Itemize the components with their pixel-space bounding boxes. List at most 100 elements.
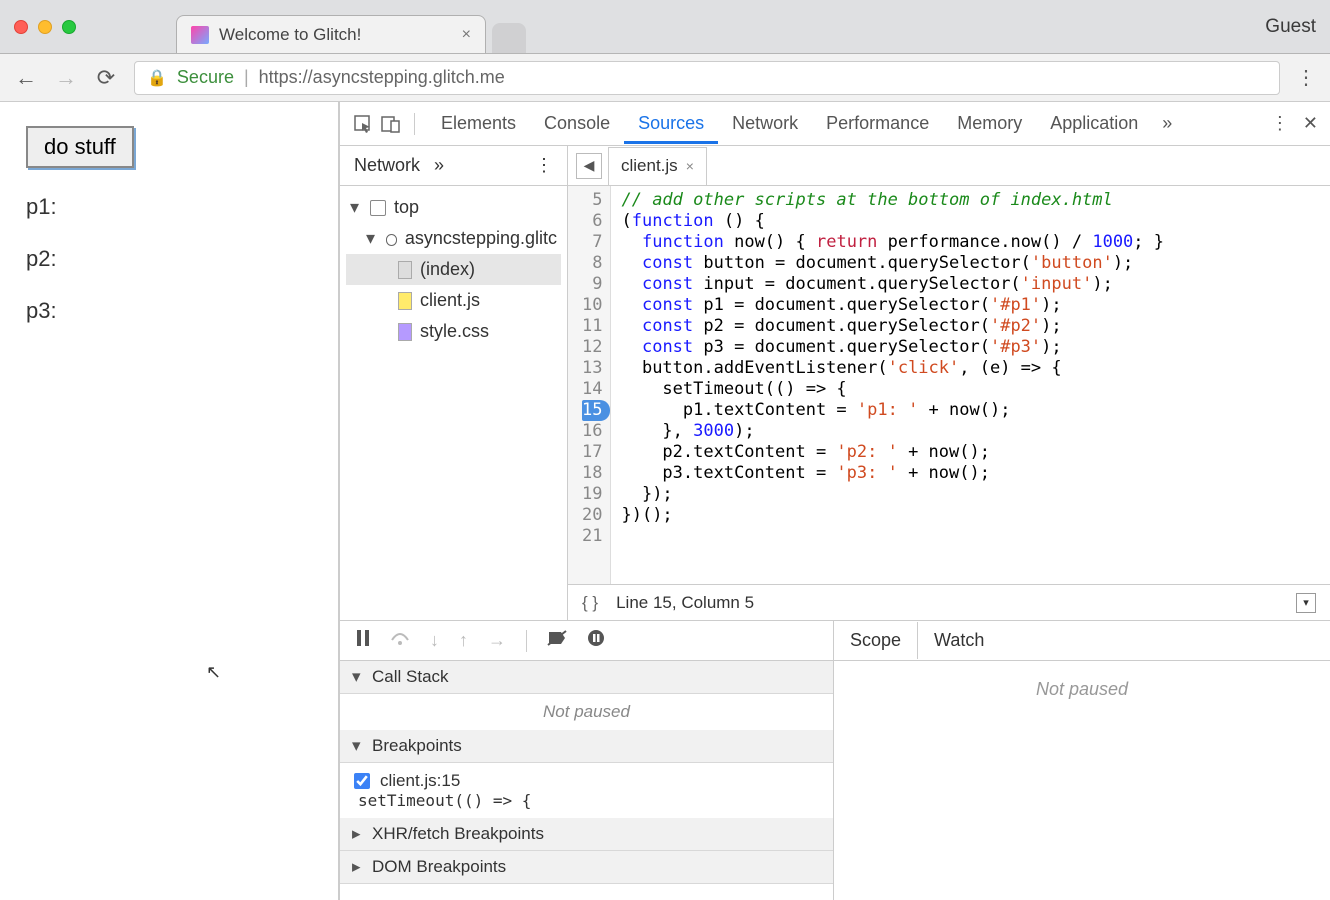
line-number[interactable]: 18 <box>582 463 602 484</box>
fullscreen-window-button[interactable] <box>62 20 76 34</box>
breakpoints-header[interactable]: Breakpoints <box>340 730 833 763</box>
dom-breakpoints-header[interactable]: DOM Breakpoints <box>340 851 833 884</box>
reload-button[interactable]: ⟳ <box>94 66 118 90</box>
code-line[interactable]: // add other scripts at the bottom of in… <box>621 190 1164 211</box>
disclosure-triangle-icon[interactable] <box>350 197 362 218</box>
devtools-panel-tabs: ElementsConsoleSourcesNetworkPerformance… <box>427 103 1152 144</box>
line-number[interactable]: 5 <box>582 190 602 211</box>
browser-tab-active[interactable]: Welcome to Glitch! × <box>176 15 486 53</box>
watch-tab[interactable]: Watch <box>918 622 1000 659</box>
breakpoint-item[interactable]: client.js:15 <box>354 771 819 791</box>
line-number[interactable]: 16 <box>582 421 602 442</box>
code-line[interactable]: button.addEventListener('click', (e) => … <box>621 358 1164 379</box>
code-line[interactable]: setTimeout(() => { <box>621 379 1164 400</box>
code-line[interactable]: const input = document.querySelector('in… <box>621 274 1164 295</box>
line-number[interactable]: 10 <box>582 295 602 316</box>
tree-file-clientjs[interactable]: client.js <box>346 285 561 316</box>
cursor-position: Line 15, Column 5 <box>616 593 754 613</box>
status-dropdown-icon[interactable]: ▾ <box>1296 593 1316 613</box>
code-line[interactable]: const p1 = document.querySelector('#p1')… <box>621 295 1164 316</box>
devtools-tab-elements[interactable]: Elements <box>427 103 530 144</box>
line-number[interactable]: 7 <box>582 232 602 253</box>
tree-root-top[interactable]: top <box>346 192 561 223</box>
pause-resume-icon[interactable] <box>356 630 370 651</box>
disclosure-triangle-icon[interactable] <box>366 228 378 249</box>
close-tab-icon[interactable]: × <box>462 26 471 44</box>
editor-tab-clientjs[interactable]: client.js × <box>608 147 707 185</box>
disclosure-triangle-icon[interactable] <box>352 736 364 756</box>
code-line[interactable]: })(); <box>621 505 1164 526</box>
devtools-tab-application[interactable]: Application <box>1036 103 1152 144</box>
overflow-tabs-icon[interactable]: » <box>1162 113 1172 134</box>
devtools-tab-performance[interactable]: Performance <box>812 103 943 144</box>
toolbar: ← → ⟳ 🔒 Secure | https://asyncstepping.g… <box>0 54 1330 102</box>
devtools-tab-network[interactable]: Network <box>718 103 812 144</box>
devtools-tab-sources[interactable]: Sources <box>624 103 718 144</box>
code-line[interactable]: p1.textContent = 'p1: ' + now(); <box>621 400 1164 421</box>
code-line[interactable]: p3.textContent = 'p3: ' + now(); <box>621 463 1164 484</box>
line-number[interactable]: 8 <box>582 253 602 274</box>
do-stuff-button[interactable]: do stuff <box>26 126 134 168</box>
browser-menu-icon[interactable]: ⋮ <box>1296 65 1316 90</box>
devtools-tab-console[interactable]: Console <box>530 103 624 144</box>
tree-origin[interactable]: asyncstepping.glitc <box>346 223 561 254</box>
minimize-window-button[interactable] <box>38 20 52 34</box>
code-line[interactable]: const p2 = document.querySelector('#p2')… <box>621 316 1164 337</box>
line-number[interactable]: 20 <box>582 505 602 526</box>
xhr-breakpoints-header[interactable]: XHR/fetch Breakpoints <box>340 818 833 851</box>
code-body[interactable]: // add other scripts at the bottom of in… <box>611 186 1174 584</box>
code-line[interactable]: const p3 = document.querySelector('#p3')… <box>621 337 1164 358</box>
files-pane: Network » ⋮ top asyncstepping.glitc <box>340 146 568 620</box>
code-line[interactable]: }); <box>621 484 1164 505</box>
code-line[interactable]: (function () { <box>621 211 1164 232</box>
line-number[interactable]: 21 <box>582 526 602 547</box>
inspect-element-icon[interactable] <box>352 113 374 135</box>
tree-file-stylecss[interactable]: style.css <box>346 316 561 347</box>
pretty-print-icon[interactable]: { } <box>582 593 598 613</box>
devtools-menu-icon[interactable]: ⋮ <box>1271 113 1289 134</box>
pause-on-exceptions-icon[interactable] <box>587 629 605 652</box>
breakpoint-checkbox[interactable] <box>354 773 370 789</box>
address-bar[interactable]: 🔒 Secure | https://asyncstepping.glitch.… <box>134 61 1280 95</box>
step-into-icon[interactable]: ↓ <box>430 630 439 651</box>
line-gutter[interactable]: 56789101112131415161718192021 <box>568 186 611 584</box>
navigator-toggle-icon[interactable]: ◀ <box>576 153 602 179</box>
callstack-header[interactable]: Call Stack <box>340 661 833 694</box>
editor-pane: ◀ client.js × 56789101112131415161718192… <box>568 146 1330 620</box>
devtools-tab-memory[interactable]: Memory <box>943 103 1036 144</box>
tree-file-index[interactable]: (index) <box>346 254 561 285</box>
files-tab-overflow-icon[interactable]: » <box>434 155 444 176</box>
files-tab-network[interactable]: Network <box>354 155 420 176</box>
close-window-button[interactable] <box>14 20 28 34</box>
code-editor[interactable]: 56789101112131415161718192021 // add oth… <box>568 186 1330 584</box>
code-line[interactable]: p2.textContent = 'p2: ' + now(); <box>621 442 1164 463</box>
line-number[interactable]: 6 <box>582 211 602 232</box>
line-number[interactable]: 14 <box>582 379 602 400</box>
close-editor-tab-icon[interactable]: × <box>686 158 694 174</box>
files-pane-menu-icon[interactable]: ⋮ <box>535 155 553 176</box>
line-number[interactable]: 12 <box>582 337 602 358</box>
new-tab-button[interactable] <box>492 23 526 53</box>
profile-label[interactable]: Guest <box>1265 16 1316 38</box>
code-line[interactable]: const button = document.querySelector('b… <box>621 253 1164 274</box>
line-number[interactable]: 13 <box>582 358 602 379</box>
step-out-icon[interactable]: ↑ <box>459 630 468 651</box>
line-number[interactable]: 19 <box>582 484 602 505</box>
line-number[interactable]: 15 <box>582 400 610 421</box>
disclosure-triangle-icon[interactable] <box>352 857 364 877</box>
line-number[interactable]: 9 <box>582 274 602 295</box>
disclosure-triangle-icon[interactable] <box>352 667 364 687</box>
back-button[interactable]: ← <box>14 66 38 90</box>
step-icon[interactable]: → <box>488 630 506 651</box>
line-number[interactable]: 17 <box>582 442 602 463</box>
code-line[interactable]: function now() { return performance.now(… <box>621 232 1164 253</box>
disclosure-triangle-icon[interactable] <box>352 824 364 844</box>
line-number[interactable]: 11 <box>582 316 602 337</box>
code-line[interactable]: }, 3000); <box>621 421 1164 442</box>
step-over-icon[interactable] <box>390 630 410 651</box>
device-toolbar-icon[interactable] <box>380 113 402 135</box>
devtools-close-icon[interactable]: ✕ <box>1303 113 1318 134</box>
deactivate-breakpoints-icon[interactable] <box>547 629 567 652</box>
forward-button[interactable]: → <box>54 66 78 90</box>
scope-tab[interactable]: Scope <box>833 622 918 659</box>
